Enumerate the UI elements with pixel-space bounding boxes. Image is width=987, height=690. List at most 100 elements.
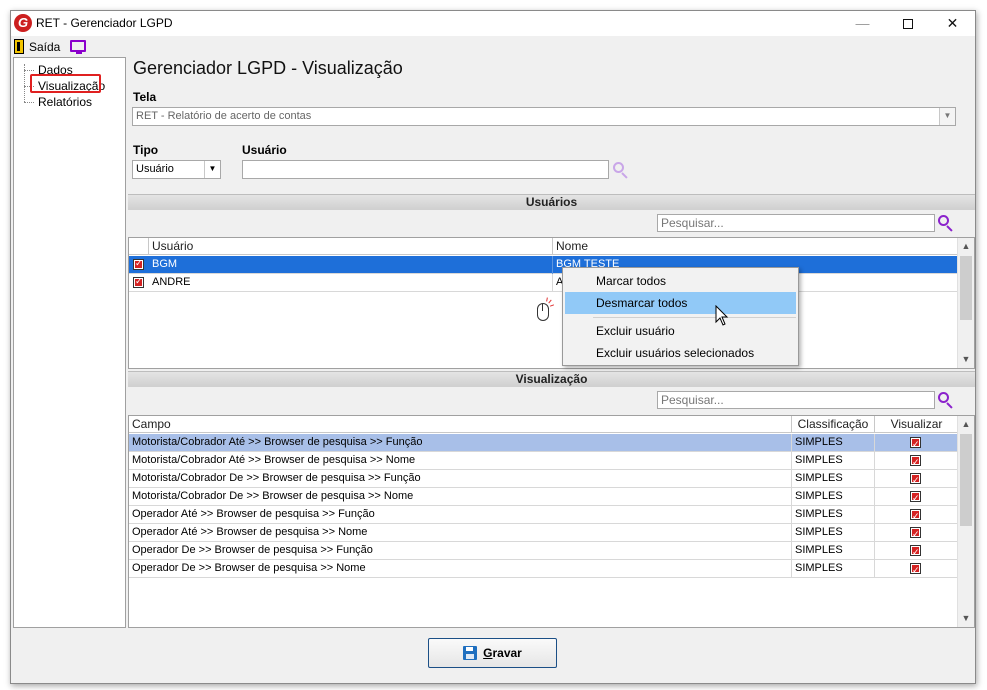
cell-campo: Operador Até >> Browser de pesquisa >> F… <box>129 506 792 524</box>
scroll-down-icon[interactable]: ▼ <box>958 610 974 627</box>
menu-item-marcar-todos[interactable]: Marcar todos <box>565 270 796 292</box>
mouse-right-click-icon <box>537 297 555 323</box>
visualizar-checkbox[interactable]: ✓ <box>910 473 921 485</box>
scroll-thumb[interactable] <box>960 434 972 526</box>
header-check-cell <box>129 238 149 255</box>
column-header-nome[interactable]: Nome <box>553 238 958 255</box>
cell-visualizar: ✓ <box>875 452 958 470</box>
monitor-icon[interactable] <box>70 40 86 54</box>
tipo-label: Tipo <box>133 143 159 157</box>
usuarios-scrollbar[interactable]: ▲ ▼ <box>957 238 974 368</box>
visualizar-checkbox[interactable]: ✓ <box>910 455 921 467</box>
cell-classificacao: SIMPLES <box>792 434 875 452</box>
usuarios-grid-header: Usuário Nome <box>129 238 958 255</box>
page-title: Gerenciador LGPD - Visualização <box>133 58 403 78</box>
table-row[interactable]: Operador Até >> Browser de pesquisa >> F… <box>129 506 958 524</box>
cell-campo: Operador De >> Browser de pesquisa >> Fu… <box>129 542 792 560</box>
column-header-classificacao[interactable]: Classificação <box>792 416 875 433</box>
close-button[interactable]: ✕ <box>930 11 975 36</box>
cell-classificacao: SIMPLES <box>792 560 875 578</box>
table-row[interactable]: ✓ ANDRE A <box>129 274 958 292</box>
exit-menu-label: Saída <box>29 39 61 54</box>
column-header-usuario[interactable]: Usuário <box>149 238 553 255</box>
tree-selection-highlight <box>30 74 101 93</box>
cell-classificacao: SIMPLES <box>792 470 875 488</box>
cell-visualizar: ✓ <box>875 488 958 506</box>
cell-usuario: BGM <box>149 256 553 274</box>
tree-item-relatorios[interactable]: Relatórios <box>36 94 94 110</box>
window-title: RET - Gerenciador LGPD <box>36 16 173 30</box>
scroll-up-icon[interactable]: ▲ <box>958 416 974 433</box>
search-icon[interactable] <box>938 215 954 232</box>
table-row[interactable]: Operador De >> Browser de pesquisa >> No… <box>129 560 958 578</box>
floppy-disk-icon <box>463 646 478 660</box>
cell-campo: Motorista/Cobrador De >> Browser de pesq… <box>129 470 792 488</box>
table-row[interactable]: Operador De >> Browser de pesquisa >> Fu… <box>129 542 958 560</box>
table-row[interactable]: Operador Até >> Browser de pesquisa >> N… <box>129 524 958 542</box>
visualizar-checkbox[interactable]: ✓ <box>910 563 921 575</box>
visualizar-checkbox[interactable]: ✓ <box>910 509 921 521</box>
usuario-label: Usuário <box>242 143 287 157</box>
cell-campo: Operador De >> Browser de pesquisa >> No… <box>129 560 792 578</box>
visualizacao-grid-header: Campo Classificação Visualizar <box>129 416 958 433</box>
scroll-down-icon[interactable]: ▼ <box>958 351 974 368</box>
cell-visualizar: ✓ <box>875 542 958 560</box>
menu-item-excluir-usuario[interactable]: Excluir usuário <box>565 320 796 342</box>
table-row[interactable]: ✓ BGM BGM TESTE <box>129 256 958 274</box>
table-row[interactable]: Motorista/Cobrador Até >> Browser de pes… <box>129 452 958 470</box>
visualizar-checkbox[interactable]: ✓ <box>910 437 921 449</box>
maximize-button[interactable] <box>885 11 930 36</box>
menu-separator <box>593 317 796 318</box>
exit-door-icon <box>14 39 24 54</box>
minimize-button[interactable]: — <box>840 11 885 36</box>
cell-visualizar: ✓ <box>875 560 958 578</box>
table-row[interactable]: Motorista/Cobrador De >> Browser de pesq… <box>129 488 958 506</box>
column-header-visualizar[interactable]: Visualizar <box>875 416 958 433</box>
cell-classificacao: SIMPLES <box>792 542 875 560</box>
column-header-campo[interactable]: Campo <box>129 416 792 433</box>
maximize-icon <box>902 19 913 30</box>
search-icon[interactable] <box>938 392 954 409</box>
tipo-select[interactable]: Usuário ▼ <box>132 160 221 179</box>
visualizacao-search-input[interactable]: Pesquisar... <box>657 391 935 409</box>
visualizar-checkbox[interactable]: ✓ <box>910 491 921 503</box>
tipo-select-value: Usuário <box>136 163 174 175</box>
usuarios-grid: Usuário Nome ✓ BGM BGM TESTE ✓ ANDRE A ▲… <box>128 237 975 369</box>
chevron-down-icon[interactable]: ▼ <box>204 161 220 178</box>
visualizacao-scrollbar[interactable]: ▲ ▼ <box>957 416 974 627</box>
visualizacao-grid: Campo Classificação Visualizar Motorista… <box>128 415 975 628</box>
row-checkbox[interactable]: ✓ <box>133 276 144 288</box>
usuarios-search-input[interactable]: Pesquisar... <box>657 214 935 232</box>
app-window: G RET - Gerenciador LGPD — ✕ Saída Dados… <box>10 10 976 684</box>
usuario-input[interactable] <box>242 160 609 179</box>
cell-visualizar: ✓ <box>875 434 958 452</box>
tree-connector <box>24 102 34 103</box>
chevron-down-icon[interactable]: ▼ <box>939 108 955 125</box>
cell-campo: Operador Até >> Browser de pesquisa >> N… <box>129 524 792 542</box>
exit-menu-button[interactable]: Saída <box>14 38 60 55</box>
navigation-tree: Dados Visualização Relatórios <box>13 57 126 628</box>
row-checkbox[interactable]: ✓ <box>133 258 144 270</box>
visualizar-checkbox[interactable]: ✓ <box>910 545 921 557</box>
cell-campo: Motorista/Cobrador De >> Browser de pesq… <box>129 488 792 506</box>
tela-label: Tela <box>133 90 157 104</box>
tela-select-value: RET - Relatório de acerto de contas <box>136 110 312 122</box>
cell-classificacao: SIMPLES <box>792 488 875 506</box>
search-icon[interactable] <box>613 162 629 179</box>
menu-bar: Saída <box>11 36 975 57</box>
scroll-up-icon[interactable]: ▲ <box>958 238 974 255</box>
cell-visualizar: ✓ <box>875 524 958 542</box>
visualizacao-section-header: Visualização <box>128 371 975 387</box>
menu-item-excluir-selecionados[interactable]: Excluir usuários selecionados <box>565 342 796 364</box>
visualizar-checkbox[interactable]: ✓ <box>910 527 921 539</box>
table-row[interactable]: Motorista/Cobrador Até >> Browser de pes… <box>129 434 958 452</box>
cell-classificacao: SIMPLES <box>792 506 875 524</box>
table-row[interactable]: Motorista/Cobrador De >> Browser de pesq… <box>129 470 958 488</box>
tela-select[interactable]: RET - Relatório de acerto de contas ▼ <box>132 107 956 126</box>
save-button[interactable]: Gravar <box>428 638 557 668</box>
cell-classificacao: SIMPLES <box>792 452 875 470</box>
title-bar: G RET - Gerenciador LGPD — ✕ <box>11 11 975 36</box>
scroll-thumb[interactable] <box>960 256 972 320</box>
app-logo-icon: G <box>14 14 32 32</box>
menu-item-desmarcar-todos[interactable]: Desmarcar todos <box>565 292 796 314</box>
